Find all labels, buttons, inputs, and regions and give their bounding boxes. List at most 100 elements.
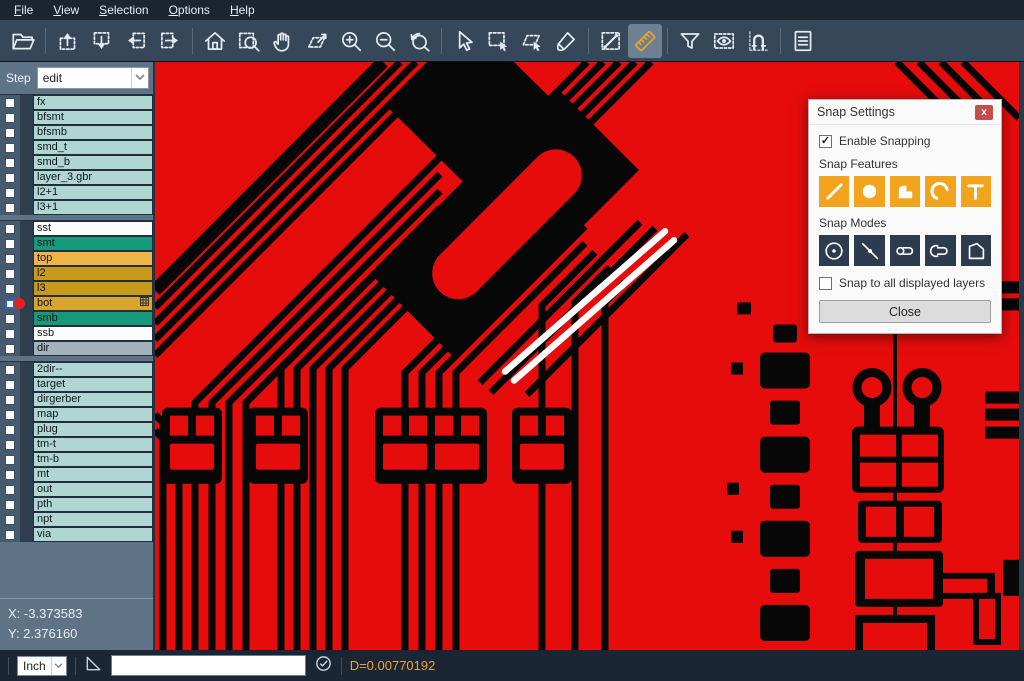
layer-row-top[interactable]: top bbox=[0, 251, 153, 266]
sync-icon[interactable] bbox=[314, 654, 333, 678]
snap-mode-outline-button[interactable] bbox=[961, 235, 991, 266]
layer-visibility-checkbox[interactable] bbox=[5, 530, 15, 540]
layer-row-l2[interactable]: l2 bbox=[0, 266, 153, 281]
layer-row-2dir--[interactable]: 2dir-- bbox=[0, 362, 153, 377]
view-area-button[interactable] bbox=[707, 24, 741, 58]
layer-row-pth[interactable]: pth bbox=[0, 497, 153, 512]
snap-feature-line-button[interactable] bbox=[819, 176, 849, 207]
layer-visibility-checkbox[interactable] bbox=[5, 239, 15, 249]
layer-row-tm-b[interactable]: tm-b bbox=[0, 452, 153, 467]
snap-mode-line-point-button[interactable] bbox=[854, 235, 884, 266]
layer-name-label[interactable]: top bbox=[33, 251, 153, 266]
layer-visibility-checkbox[interactable] bbox=[5, 269, 15, 279]
layer-row-fx[interactable]: fx bbox=[0, 95, 153, 110]
layer-row-dirgerber[interactable]: dirgerber bbox=[0, 392, 153, 407]
layer-name-label[interactable]: smt bbox=[33, 236, 153, 251]
layer-name-label[interactable]: smd_t bbox=[33, 140, 153, 155]
dialog-title-bar[interactable]: Snap Settings x bbox=[809, 100, 1001, 125]
snap-mode-slot-button[interactable] bbox=[890, 235, 920, 266]
layer-row-bot[interactable]: bot bbox=[0, 296, 153, 311]
layer-visibility-checkbox[interactable] bbox=[5, 515, 15, 525]
menu-item-view[interactable]: View bbox=[43, 0, 89, 20]
zoom-region-button[interactable] bbox=[232, 24, 266, 58]
layer-name-label[interactable]: l3 bbox=[33, 281, 153, 296]
layer-name-label[interactable]: out bbox=[33, 482, 153, 497]
layer-row-bfsmb[interactable]: bfsmb bbox=[0, 125, 153, 140]
layer-visibility-checkbox[interactable] bbox=[5, 425, 15, 435]
layer-row-via[interactable]: via bbox=[0, 527, 153, 542]
layer-visibility-checkbox[interactable] bbox=[5, 395, 15, 405]
import-left-button[interactable] bbox=[119, 24, 153, 58]
pcb-canvas[interactable]: Snap Settings x ✓ Enable Snapping Snap F… bbox=[155, 62, 1024, 650]
layer-visibility-checkbox[interactable] bbox=[5, 254, 15, 264]
layer-visibility-checkbox[interactable] bbox=[5, 158, 15, 168]
open-folder-button[interactable] bbox=[6, 24, 40, 58]
layer-visibility-checkbox[interactable] bbox=[5, 143, 15, 153]
layer-visibility-checkbox[interactable] bbox=[5, 173, 15, 183]
home-button[interactable] bbox=[198, 24, 232, 58]
layer-name-label[interactable]: bfsmb bbox=[33, 125, 153, 140]
layer-visibility-checkbox[interactable] bbox=[5, 314, 15, 324]
measure-line-button[interactable] bbox=[594, 24, 628, 58]
zoom-object-button[interactable] bbox=[300, 24, 334, 58]
layer-visibility-checkbox[interactable] bbox=[5, 455, 15, 465]
filter-button[interactable] bbox=[673, 24, 707, 58]
layer-visibility-checkbox[interactable] bbox=[5, 485, 15, 495]
zoom-in-button[interactable] bbox=[334, 24, 368, 58]
step-select[interactable]: edit bbox=[37, 67, 149, 89]
layer-name-label[interactable]: tm-t bbox=[33, 437, 153, 452]
enable-snapping-checkbox[interactable]: ✓ bbox=[819, 135, 832, 148]
layer-row-tm-t[interactable]: tm-t bbox=[0, 437, 153, 452]
ruler-button[interactable] bbox=[628, 24, 662, 58]
layer-name-label[interactable]: smd_b bbox=[33, 155, 153, 170]
layer-visibility-checkbox[interactable] bbox=[5, 284, 15, 294]
command-input[interactable] bbox=[111, 655, 306, 676]
layer-name-label[interactable]: tm-b bbox=[33, 452, 153, 467]
select-polygon-button[interactable] bbox=[515, 24, 549, 58]
snap-all-layers-checkbox[interactable] bbox=[819, 277, 832, 290]
snap-mode-center-button[interactable] bbox=[819, 235, 849, 266]
layer-visibility-checkbox[interactable] bbox=[5, 365, 15, 375]
layer-row-smt[interactable]: smt bbox=[0, 236, 153, 251]
layer-row-smd_t[interactable]: smd_t bbox=[0, 140, 153, 155]
unit-select[interactable]: Inch bbox=[17, 656, 67, 676]
layer-row-l3+1[interactable]: l3+1 bbox=[0, 200, 153, 215]
layer-name-label[interactable]: dir bbox=[33, 341, 153, 356]
layer-name-label[interactable]: ssb bbox=[33, 326, 153, 341]
snap-feature-shape-button[interactable] bbox=[890, 176, 920, 207]
layer-visibility-checkbox[interactable] bbox=[5, 203, 15, 213]
snap-feature-arc-button[interactable] bbox=[925, 176, 955, 207]
layer-visibility-checkbox[interactable] bbox=[5, 380, 15, 390]
layer-name-label[interactable]: bot bbox=[33, 296, 153, 311]
import-right-button[interactable] bbox=[153, 24, 187, 58]
layer-visibility-checkbox[interactable] bbox=[5, 98, 15, 108]
layer-row-l3[interactable]: l3 bbox=[0, 281, 153, 296]
import-down-button[interactable] bbox=[85, 24, 119, 58]
brush-button[interactable] bbox=[549, 24, 583, 58]
layer-name-label[interactable]: map bbox=[33, 407, 153, 422]
layer-row-mt[interactable]: mt bbox=[0, 467, 153, 482]
layer-visibility-checkbox[interactable] bbox=[5, 224, 15, 234]
layer-visibility-checkbox[interactable] bbox=[5, 128, 15, 138]
layer-row-npt[interactable]: npt bbox=[0, 512, 153, 527]
layer-name-label[interactable]: mt bbox=[33, 467, 153, 482]
layer-visibility-checkbox[interactable] bbox=[5, 113, 15, 123]
layer-name-label[interactable]: layer_3.gbr bbox=[33, 170, 153, 185]
layer-row-dir[interactable]: dir bbox=[0, 341, 153, 356]
layer-visibility-checkbox[interactable] bbox=[5, 188, 15, 198]
layer-name-label[interactable]: l3+1 bbox=[33, 200, 153, 215]
layer-visibility-checkbox[interactable] bbox=[5, 470, 15, 480]
pan-hand-button[interactable] bbox=[266, 24, 300, 58]
menu-item-selection[interactable]: Selection bbox=[89, 0, 158, 20]
zoom-out-button[interactable] bbox=[368, 24, 402, 58]
layer-name-label[interactable]: npt bbox=[33, 512, 153, 527]
layer-row-map[interactable]: map bbox=[0, 407, 153, 422]
layer-row-smd_b[interactable]: smd_b bbox=[0, 155, 153, 170]
layer-name-label[interactable]: smb bbox=[33, 311, 153, 326]
layer-name-label[interactable]: via bbox=[33, 527, 153, 542]
layer-row-target[interactable]: target bbox=[0, 377, 153, 392]
layer-row-out[interactable]: out bbox=[0, 482, 153, 497]
layer-row-sst[interactable]: sst bbox=[0, 221, 153, 236]
snap-magnet-button[interactable] bbox=[741, 24, 775, 58]
layer-row-l2+1[interactable]: l2+1 bbox=[0, 185, 153, 200]
